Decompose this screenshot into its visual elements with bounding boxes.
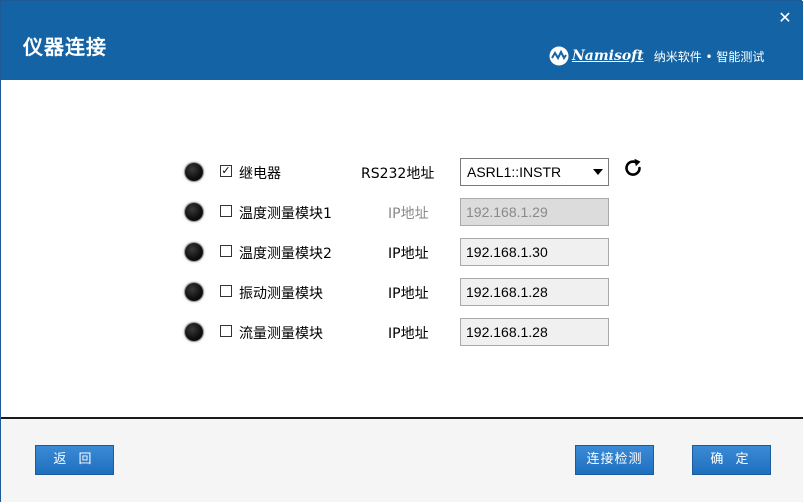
device-row-temp1: 温度测量模块1 IP地址 192.168.1.29 xyxy=(1,196,803,226)
title-bar: 仪器连接 ✕ Namisoft 纳米软件 • 智能测试 xyxy=(1,1,803,80)
chevron-down-icon xyxy=(593,169,603,175)
device-row-relay: ✓ 继电器 RS232地址 ASRL1::INSTR xyxy=(1,156,803,186)
device-label: 振动测量模块 xyxy=(239,286,323,302)
address-label: IP地址 xyxy=(388,246,429,262)
device-row-vibration: 振动测量模块 IP地址 192.168.1.28 xyxy=(1,276,803,306)
device-row-flow: 流量测量模块 IP地址 192.168.1.28 xyxy=(1,316,803,346)
close-icon[interactable]: ✕ xyxy=(777,10,793,26)
device-label: 流量测量模块 xyxy=(239,326,323,342)
brand-name: Namisoft xyxy=(572,48,644,64)
refresh-icon[interactable] xyxy=(621,156,645,180)
address-label: IP地址 xyxy=(388,286,429,302)
address-label: IP地址 xyxy=(388,206,429,222)
address-label: RS232地址 xyxy=(361,166,435,182)
ip-address-field[interactable]: 192.168.1.28 xyxy=(460,278,609,306)
status-led-icon xyxy=(185,163,203,181)
relay-checkbox[interactable]: ✓ xyxy=(220,165,232,177)
brand: Namisoft 纳米软件 • 智能测试 xyxy=(549,45,764,67)
ip-address-field: 192.168.1.29 xyxy=(460,198,609,226)
connection-check-button[interactable]: 连接检测 xyxy=(575,445,654,475)
status-led-icon xyxy=(185,243,203,261)
device-label: 温度测量模块2 xyxy=(239,246,332,262)
namisoft-logo-icon xyxy=(549,46,569,66)
device-list: ✓ 继电器 RS232地址 ASRL1::INSTR 温度测量模块1 IP地址 … xyxy=(1,80,803,417)
ip-address-field[interactable]: 192.168.1.30 xyxy=(460,238,609,266)
brand-tagline: 纳米软件 • 智能测试 xyxy=(653,49,765,64)
temp1-checkbox[interactable] xyxy=(220,205,232,217)
back-button[interactable]: 返 回 xyxy=(35,445,114,475)
rs232-address-select[interactable]: ASRL1::INSTR xyxy=(460,158,609,186)
ip-address-field[interactable]: 192.168.1.28 xyxy=(460,318,609,346)
status-led-icon xyxy=(185,283,203,301)
footer-bar: 返 回 连接检测 确 定 xyxy=(1,419,803,502)
flow-checkbox[interactable] xyxy=(220,325,232,337)
device-row-temp2: 温度测量模块2 IP地址 192.168.1.30 xyxy=(1,236,803,266)
device-label: 继电器 xyxy=(239,166,281,182)
select-value: ASRL1::INSTR xyxy=(467,164,562,180)
status-led-icon xyxy=(185,203,203,221)
ok-button[interactable]: 确 定 xyxy=(692,445,771,475)
temp2-checkbox[interactable] xyxy=(220,245,232,257)
window-title: 仪器连接 xyxy=(23,35,107,59)
status-led-icon xyxy=(185,323,203,341)
instrument-connection-window: 仪器连接 ✕ Namisoft 纳米软件 • 智能测试 ✓ 继电器 RS232地… xyxy=(0,0,803,502)
device-label: 温度测量模块1 xyxy=(239,206,332,222)
vibration-checkbox[interactable] xyxy=(220,285,232,297)
address-label: IP地址 xyxy=(388,326,429,342)
